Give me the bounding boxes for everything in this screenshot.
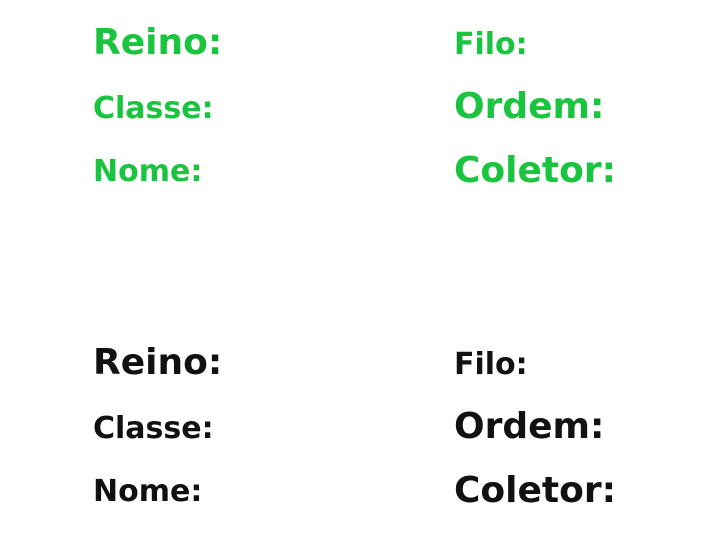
classe-label: Classe: — [93, 91, 214, 126]
filo-label: Filo: — [454, 347, 528, 382]
coletor-label: Coletor: — [454, 470, 616, 511]
reino-label: Reino: — [93, 22, 223, 63]
nome-label: Nome: — [93, 474, 203, 509]
label-sheet: Reino: Filo: Classe: Ordem: Nome: Coleto… — [0, 0, 724, 539]
reino-label: Reino: — [93, 342, 223, 383]
ordem-label: Ordem: — [454, 406, 605, 447]
nome-label: Nome: — [93, 154, 203, 189]
filo-label: Filo: — [454, 27, 528, 62]
classe-label: Classe: — [93, 411, 214, 446]
coletor-label: Coletor: — [454, 150, 616, 191]
ordem-label: Ordem: — [454, 86, 605, 127]
